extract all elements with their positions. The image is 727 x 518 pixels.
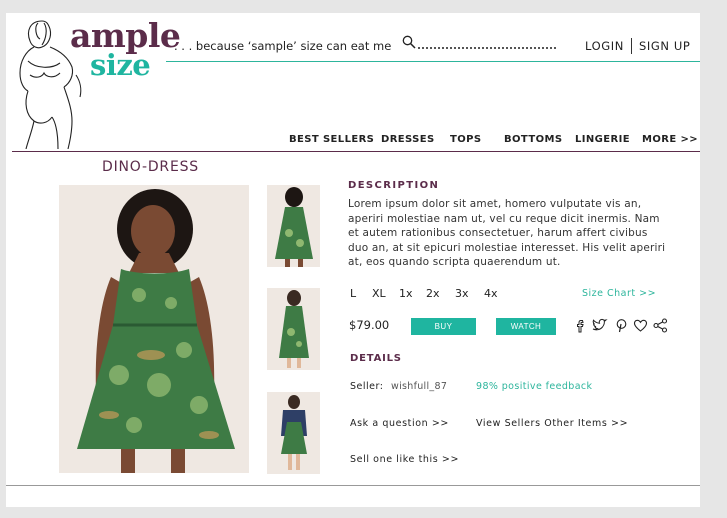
description-heading: DESCRIPTION <box>348 180 440 191</box>
product-thumb-outfit[interactable] <box>267 392 320 474</box>
signup-link[interactable]: SIGN UP <box>639 39 690 53</box>
size-option-xl[interactable]: XL <box>372 287 386 300</box>
product-thumb-back[interactable] <box>267 288 320 370</box>
description-text: Lorem ipsum dolor sit amet, homero vulpu… <box>348 198 666 269</box>
nav-tops[interactable]: TOPS <box>450 134 481 145</box>
page: ample size . . . because ‘sample’ size c… <box>6 13 700 507</box>
seller-feedback[interactable]: 98% positive feedback <box>476 381 592 392</box>
twitter-icon[interactable] <box>591 318 608 333</box>
seller-name[interactable]: wishfull_87 <box>391 381 447 392</box>
details-heading: DETAILS <box>350 353 402 364</box>
search-input[interactable] <box>418 41 556 49</box>
share-icon[interactable] <box>653 318 668 333</box>
size-option-1x[interactable]: 1x <box>399 287 413 300</box>
nav-more[interactable]: MORE >> <box>642 134 698 145</box>
size-option-2x[interactable]: 2x <box>426 287 440 300</box>
facebook-icon[interactable] <box>573 318 588 333</box>
sell-like-this-link[interactable]: Sell one like this >> <box>350 454 459 465</box>
seller-other-items-link[interactable]: View Sellers Other Items >> <box>476 418 628 429</box>
size-option-4x[interactable]: 4x <box>484 287 498 300</box>
page-bottom-strip <box>6 507 700 518</box>
nav-lingerie[interactable]: LINGERIE <box>575 134 630 145</box>
auth-divider <box>630 38 632 54</box>
pinterest-icon[interactable] <box>614 318 629 333</box>
nav-dresses[interactable]: DRESSES <box>381 134 435 145</box>
product-thumb-front[interactable] <box>267 185 320 267</box>
watch-button[interactable]: WATCH <box>496 318 556 335</box>
login-link[interactable]: LOGIN <box>585 39 624 53</box>
seller-label: Seller: <box>350 381 384 392</box>
price: $79.00 <box>349 318 390 332</box>
nav-divider <box>12 151 700 152</box>
search-bar[interactable] <box>402 35 556 49</box>
logo-size[interactable]: size <box>90 51 151 80</box>
size-option-3x[interactable]: 3x <box>455 287 469 300</box>
tagline: . . . because ‘sample’ size can eat me <box>174 39 392 53</box>
header-divider <box>166 61 700 62</box>
size-option-l[interactable]: L <box>350 287 356 300</box>
product-main-image[interactable] <box>59 185 249 473</box>
main-nav: BEST SELLERS DRESSES TOPS BOTTOMS LINGER… <box>6 134 700 148</box>
ask-question-link[interactable]: Ask a question >> <box>350 418 449 429</box>
size-chart-link[interactable]: Size Chart >> <box>582 288 656 299</box>
footer-divider <box>6 485 700 486</box>
auth-links: LOGIN SIGN UP <box>585 38 690 54</box>
heart-icon[interactable] <box>633 318 648 333</box>
search-icon[interactable] <box>402 35 416 49</box>
nav-best-sellers[interactable]: BEST SELLERS <box>289 134 374 145</box>
product-title: DINO-DRESS <box>102 159 199 175</box>
nav-bottoms[interactable]: BOTTOMS <box>504 134 562 145</box>
buy-button[interactable]: BUY <box>411 318 476 335</box>
